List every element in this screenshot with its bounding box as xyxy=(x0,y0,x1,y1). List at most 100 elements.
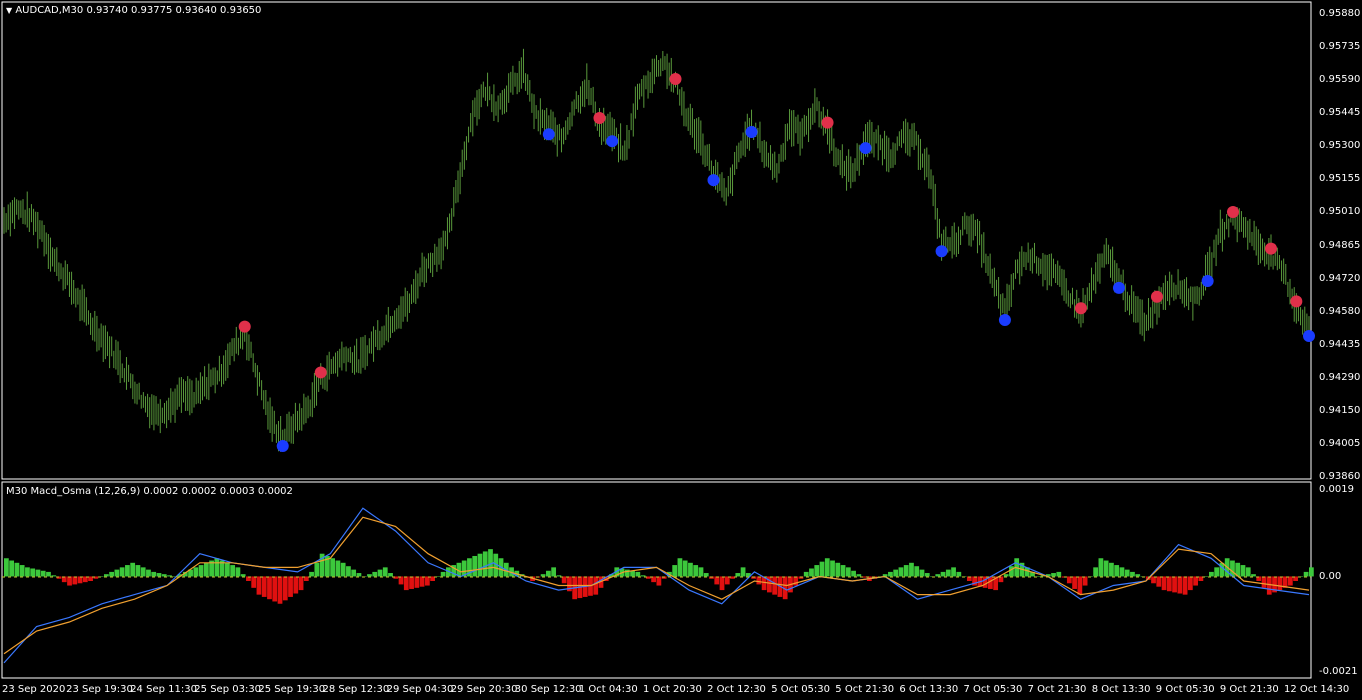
histogram-bar xyxy=(672,565,678,577)
histogram-bar xyxy=(1193,576,1198,586)
histogram-bar xyxy=(356,573,362,577)
time-tick: 5 Oct 05:30 xyxy=(771,684,831,695)
histogram-bar xyxy=(261,576,267,597)
histogram-bar xyxy=(1077,576,1083,595)
histogram-bar xyxy=(46,571,51,577)
histogram-bar xyxy=(419,576,425,587)
time-tick: 12 Oct 14:30 xyxy=(1284,684,1350,695)
histogram-bar xyxy=(1156,576,1162,587)
histogram-bar xyxy=(682,560,688,577)
histogram-bar xyxy=(951,567,956,577)
histogram-bar xyxy=(840,565,846,577)
histogram-bar xyxy=(919,569,925,577)
histogram-bar xyxy=(719,576,725,591)
histogram-bar xyxy=(1003,574,1009,577)
time-tick: 9 Oct 05:30 xyxy=(1155,684,1215,695)
histogram-bar xyxy=(377,569,383,577)
histogram-bar xyxy=(1309,567,1314,577)
time-tick: 1 Oct 20:30 xyxy=(643,684,702,695)
histogram-bar xyxy=(940,571,946,577)
histogram-bar xyxy=(35,569,41,577)
histogram-bar xyxy=(698,567,704,577)
sell-signal-marker xyxy=(1290,295,1303,308)
time-tick: 25 Sep 03:30 xyxy=(194,684,262,695)
histogram-bar xyxy=(340,562,346,577)
time-tick: 25 Sep 19:30 xyxy=(258,684,326,695)
price-tick: 0.94005 xyxy=(1319,437,1361,449)
histogram-bar xyxy=(1119,567,1125,577)
histogram-bar xyxy=(130,562,136,577)
histogram-bar xyxy=(251,576,257,588)
histogram-bar xyxy=(772,576,778,595)
price-tick: 0.94865 xyxy=(1319,239,1361,251)
histogram-bar xyxy=(272,576,278,602)
ohlc-values: 0.93740 0.93775 0.93640 0.93650 xyxy=(86,5,262,16)
histogram-bar xyxy=(824,558,830,577)
histogram-bar xyxy=(51,575,57,577)
price-tick: 0.95590 xyxy=(1319,74,1361,86)
price-tick: 0.95735 xyxy=(1319,41,1361,53)
histogram-bar xyxy=(803,571,809,577)
histogram-bar xyxy=(72,576,78,585)
price-tick: 0.95880 xyxy=(1319,8,1361,19)
histogram-bar xyxy=(688,562,693,577)
buy-signal-marker xyxy=(935,245,948,258)
time-tick: 29 Sep 20:30 xyxy=(450,684,518,695)
histogram-bar xyxy=(888,571,893,577)
histogram-bar xyxy=(1072,576,1077,589)
histogram-bar xyxy=(330,558,336,577)
histogram-bar xyxy=(403,576,409,591)
histogram-bar xyxy=(1266,576,1272,595)
price-tick: 0.94720 xyxy=(1319,272,1361,284)
histogram-bar xyxy=(540,574,546,577)
buy-signal-marker xyxy=(707,174,720,187)
time-tick: 23 Sep 2020 xyxy=(2,684,66,695)
sell-signal-marker xyxy=(1226,205,1239,218)
histogram-bar xyxy=(198,565,204,577)
histogram-bar xyxy=(1209,571,1214,577)
histogram-bar xyxy=(1240,565,1246,577)
histogram-bar xyxy=(1135,574,1141,577)
histogram-bar xyxy=(314,562,320,577)
triangle-down-icon[interactable]: ▼ xyxy=(6,6,12,15)
histogram-bar xyxy=(382,567,388,577)
histogram-bar xyxy=(351,569,357,577)
buy-signal-marker xyxy=(276,440,289,453)
histogram-bar xyxy=(830,560,835,577)
time-tick: 6 Oct 13:30 xyxy=(899,684,959,695)
buy-signal-marker xyxy=(998,313,1011,326)
histogram-bar xyxy=(372,571,378,577)
time-tick: 5 Oct 21:30 xyxy=(835,684,895,695)
histogram-bar xyxy=(893,569,899,577)
histogram-bar xyxy=(640,575,646,577)
sell-signal-marker xyxy=(669,73,682,86)
sell-signal-marker xyxy=(593,112,606,125)
buy-signal-marker xyxy=(1303,330,1315,343)
histogram-bar xyxy=(1177,576,1183,594)
sell-signal-marker xyxy=(314,366,327,379)
histogram-bar xyxy=(935,574,941,577)
price-tick: 0.94580 xyxy=(1319,305,1361,317)
histogram-bar xyxy=(193,567,199,577)
histogram-bar xyxy=(293,576,299,594)
histogram-bar xyxy=(693,565,699,577)
histogram-bar xyxy=(793,576,799,586)
histogram-bar xyxy=(140,567,146,577)
indicator-tick: 0.0019 xyxy=(1319,484,1354,495)
price-tick: 0.95010 xyxy=(1319,206,1361,218)
histogram-bar xyxy=(267,576,272,600)
histogram-bar xyxy=(914,566,920,577)
buy-signal-marker xyxy=(745,126,758,139)
histogram-bar xyxy=(103,574,109,577)
histogram-bar xyxy=(1130,571,1135,577)
histogram-bar xyxy=(1093,567,1099,577)
histogram-bar xyxy=(819,561,825,577)
histogram-bar xyxy=(740,567,746,577)
histogram-bar xyxy=(40,570,46,577)
histogram-bar xyxy=(1251,574,1256,577)
price-tick: 0.93860 xyxy=(1319,471,1361,482)
histogram-bar xyxy=(109,571,115,577)
histogram-bar xyxy=(19,565,25,577)
time-tick: 23 Sep 19:30 xyxy=(66,684,133,695)
histogram-bar xyxy=(161,574,167,577)
